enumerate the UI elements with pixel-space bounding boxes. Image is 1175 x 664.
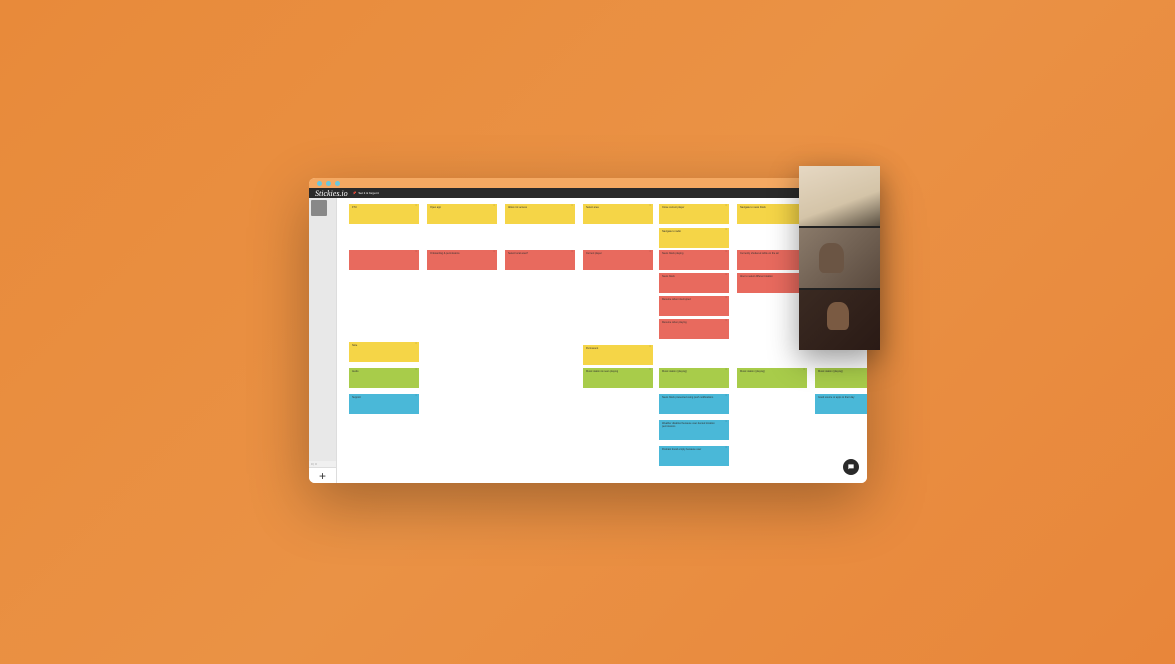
user-avatar[interactable]	[311, 200, 327, 216]
sticky-note[interactable]: Onboarding & permissions	[427, 250, 497, 270]
canvas[interactable]: FTU Open app Allow mic access Select area Cl…	[337, 198, 867, 483]
window-dot	[335, 181, 340, 186]
sidebar: 0 | 0 +	[309, 198, 337, 483]
add-button[interactable]: +	[309, 467, 336, 483]
window-dot	[317, 181, 322, 186]
thumbnail-strip	[799, 166, 880, 350]
sticky-note[interactable]: Podcast found empty because user	[659, 446, 729, 466]
pin-icon: 📌	[353, 191, 357, 195]
sticky-note[interactable]: Select area	[583, 204, 653, 224]
sticky-note[interactable]: News block playing	[659, 250, 729, 270]
thumbnail[interactable]	[799, 228, 880, 288]
sticky-note[interactable]: Music station (playing)	[815, 368, 867, 388]
chat-fab[interactable]	[843, 459, 859, 475]
sticky-note[interactable]: Open app	[427, 204, 497, 224]
sticky-note[interactable]: Weather disabled because user denied loc…	[659, 420, 729, 440]
sticky-note[interactable]: Allow mic access	[505, 204, 575, 224]
sticky-note[interactable]: Good source or apps to their day	[815, 394, 867, 414]
sticky-note[interactable]: Support	[349, 394, 419, 414]
sticky-note[interactable]: Music station (playing)	[659, 368, 729, 388]
sticky-note[interactable]: Music station & news playing	[583, 368, 653, 388]
sticky-note[interactable]: Currently shuttered while on the air	[737, 250, 807, 270]
chat-icon	[847, 463, 855, 471]
sticky-note[interactable]: Music station (playing)	[737, 368, 807, 388]
sticky-note[interactable]: Current player	[583, 250, 653, 270]
app-header: Stickies.io 📌 Set it & forget it First t…	[309, 188, 867, 198]
pin-action[interactable]: 📌 Set it & forget it	[353, 191, 379, 195]
thumbnail[interactable]	[799, 166, 880, 226]
sticky-note[interactable]: News block presented using push notifica…	[659, 394, 729, 414]
sticky-note[interactable]: FTU	[349, 204, 419, 224]
sticky-note[interactable]: News block	[659, 273, 729, 293]
thumbnail[interactable]	[799, 290, 880, 350]
sticky-note[interactable]: Audio	[349, 368, 419, 388]
sticky-note[interactable]: Navigate to radio	[659, 228, 729, 248]
app-body: 0 | 0 + FTU Open app Allow mic access Selec…	[309, 198, 867, 483]
pin-label: Set it & forget it	[358, 191, 379, 195]
sticky-note[interactable]: Resume when playing	[659, 319, 729, 339]
sticky-note[interactable]: Resume when interrupted	[659, 296, 729, 316]
sticky-note[interactable]: Close current player	[659, 204, 729, 224]
sticky-note[interactable]	[349, 250, 419, 270]
sticky-note[interactable]: Select local area?	[505, 250, 575, 270]
app-logo: Stickies.io	[315, 189, 348, 198]
sticky-note[interactable]: Navigate to news block	[737, 204, 807, 224]
window-dot	[326, 181, 331, 186]
sticky-note[interactable]: Also to select different station	[737, 273, 807, 293]
sticky-note[interactable]: Note	[349, 342, 419, 362]
sticky-note[interactable]: Permanent	[583, 345, 653, 365]
app-window: Stickies.io 📌 Set it & forget it First t…	[309, 178, 867, 483]
window-chrome	[309, 178, 867, 188]
